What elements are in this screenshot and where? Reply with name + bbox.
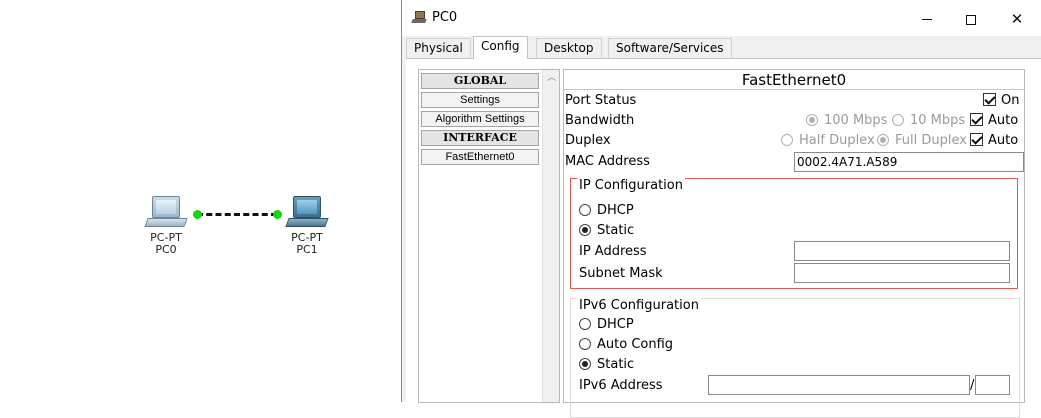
bandwidth-row: Bandwidth 100 Mbps 10 Mbps Auto bbox=[564, 111, 1024, 131]
config-nav: GLOBAL Settings Algorithm Settings INTER… bbox=[418, 69, 560, 403]
ipv6-auto-config-label: Auto Config bbox=[597, 337, 674, 352]
radio-icon bbox=[579, 358, 591, 370]
nav-header-interface[interactable]: INTERFACE bbox=[421, 130, 539, 146]
ipv6-prefix-field[interactable] bbox=[975, 375, 1010, 395]
ipv6-configuration-group: IPv6 Configuration DHCP Auto Config Stat… bbox=[570, 298, 1020, 418]
duplex-auto-label: Auto bbox=[988, 133, 1019, 148]
ipv6-dhcp-label: DHCP bbox=[597, 317, 634, 332]
half-duplex-radio[interactable]: Half Duplex bbox=[781, 131, 875, 151]
pc0-device[interactable]: PC-PT PC0 bbox=[136, 196, 196, 256]
radio-icon bbox=[877, 134, 889, 146]
bandwidth-label: Bandwidth bbox=[565, 113, 635, 128]
device-name-label: PC1 bbox=[296, 243, 318, 256]
pc-icon bbox=[285, 196, 329, 230]
radio-icon bbox=[579, 224, 591, 236]
duplex-label: Duplex bbox=[565, 133, 611, 148]
ipv6-address-field[interactable] bbox=[708, 375, 970, 395]
tab-config[interactable]: Config bbox=[473, 36, 528, 59]
ipv6-static-label: Static bbox=[597, 357, 635, 372]
port-status-label: Port Status bbox=[565, 93, 637, 108]
subnet-mask-label: Subnet Mask bbox=[579, 266, 663, 281]
minimize-icon bbox=[922, 19, 932, 20]
pc-icon bbox=[144, 196, 188, 230]
radio-icon bbox=[781, 134, 793, 146]
subnet-mask-field[interactable] bbox=[794, 263, 1010, 283]
radio-icon bbox=[579, 338, 591, 350]
tab-software-services[interactable]: Software/Services bbox=[608, 38, 732, 58]
tab-desktop[interactable]: Desktop bbox=[536, 38, 602, 58]
checkbox-icon[interactable] bbox=[983, 93, 996, 106]
tab-physical[interactable]: Physical bbox=[406, 38, 471, 58]
nav-item-fastethernet0[interactable]: FastEthernet0 bbox=[421, 149, 539, 165]
full-duplex-radio[interactable]: Full Duplex bbox=[877, 131, 967, 151]
bandwidth-auto-label: Auto bbox=[988, 113, 1019, 128]
scroll-up-icon[interactable]: ︿ bbox=[543, 70, 560, 87]
ipv4-static-label: Static bbox=[597, 223, 635, 238]
port-status-row: Port Status On bbox=[564, 91, 1024, 111]
port-on-label: On bbox=[1001, 93, 1020, 108]
mac-address-label: MAC Address bbox=[565, 154, 650, 169]
title-bar[interactable]: PC0 ✕ bbox=[402, 0, 1041, 36]
full-duplex-label: Full Duplex bbox=[895, 133, 967, 148]
interface-title: FastEthernet0 bbox=[564, 70, 1024, 90]
ipv4-dhcp-label: DHCP bbox=[597, 203, 634, 218]
duplex-auto-checkbox[interactable]: Auto bbox=[970, 131, 1018, 151]
ip-address-label: IP Address bbox=[579, 244, 647, 259]
minimize-button[interactable] bbox=[904, 5, 950, 33]
radio-icon bbox=[892, 114, 904, 126]
ipv6-configuration-title: IPv6 Configuration bbox=[577, 298, 701, 313]
maximize-button[interactable] bbox=[948, 5, 994, 33]
bandwidth-100-radio[interactable]: 100 Mbps bbox=[806, 111, 887, 131]
duplex-row: Duplex Half Duplex Full Duplex Auto bbox=[564, 131, 1024, 151]
bandwidth-100-label: 100 Mbps bbox=[824, 113, 888, 128]
device-name-label: PC0 bbox=[155, 243, 177, 256]
ipv6-address-label: IPv6 Address bbox=[579, 378, 663, 393]
close-icon: ✕ bbox=[1010, 10, 1024, 28]
nav-item-algorithm-settings[interactable]: Algorithm Settings bbox=[421, 111, 539, 127]
ip-address-field[interactable] bbox=[794, 241, 1010, 261]
nav-item-settings[interactable]: Settings bbox=[421, 92, 539, 108]
port-status-toggle[interactable]: On bbox=[983, 91, 1019, 111]
ethernet-link[interactable] bbox=[197, 213, 277, 216]
ip-configuration-title: IP Configuration bbox=[577, 178, 685, 193]
bandwidth-10-radio[interactable]: 10 Mbps bbox=[892, 111, 965, 131]
ipv6-auto-config-radio[interactable]: Auto Config bbox=[579, 335, 673, 355]
topology-workspace[interactable]: PC-PT PC0 PC-PT PC1 bbox=[0, 0, 400, 402]
half-duplex-label: Half Duplex bbox=[799, 133, 875, 148]
maximize-icon bbox=[966, 14, 976, 25]
close-button[interactable]: ✕ bbox=[994, 5, 1040, 33]
radio-icon bbox=[579, 204, 591, 216]
pc1-device[interactable]: PC-PT PC1 bbox=[277, 196, 337, 256]
nav-scrollbar[interactable]: ︿ bbox=[542, 70, 559, 402]
ipv6-static-radio[interactable]: Static bbox=[579, 355, 634, 375]
pc0-window: PC0 ✕ Physical Config Desktop Software/S… bbox=[401, 0, 1041, 418]
radio-icon bbox=[806, 114, 818, 126]
ip-configuration-group: IP Configuration DHCP Static IP Address … bbox=[570, 178, 1018, 289]
ipv6-dhcp-radio[interactable]: DHCP bbox=[579, 315, 634, 335]
link-status-dot bbox=[193, 210, 202, 219]
bandwidth-auto-checkbox[interactable]: Auto bbox=[970, 111, 1018, 131]
interface-config: FastEthernet0 Port Status On Bandwidth 1… bbox=[563, 69, 1025, 418]
mac-address-field[interactable] bbox=[794, 152, 1024, 172]
bandwidth-10-label: 10 Mbps bbox=[910, 113, 966, 128]
checkbox-icon[interactable] bbox=[970, 113, 983, 126]
pc-app-icon bbox=[411, 11, 427, 23]
config-panel: GLOBAL Settings Algorithm Settings INTER… bbox=[406, 58, 1041, 418]
radio-icon bbox=[579, 318, 591, 330]
ipv4-static-radio[interactable]: Static bbox=[579, 221, 634, 241]
ipv4-dhcp-radio[interactable]: DHCP bbox=[579, 201, 634, 221]
checkbox-icon[interactable] bbox=[970, 133, 983, 146]
window-title: PC0 bbox=[432, 10, 458, 25]
nav-header-global[interactable]: GLOBAL bbox=[421, 73, 539, 89]
